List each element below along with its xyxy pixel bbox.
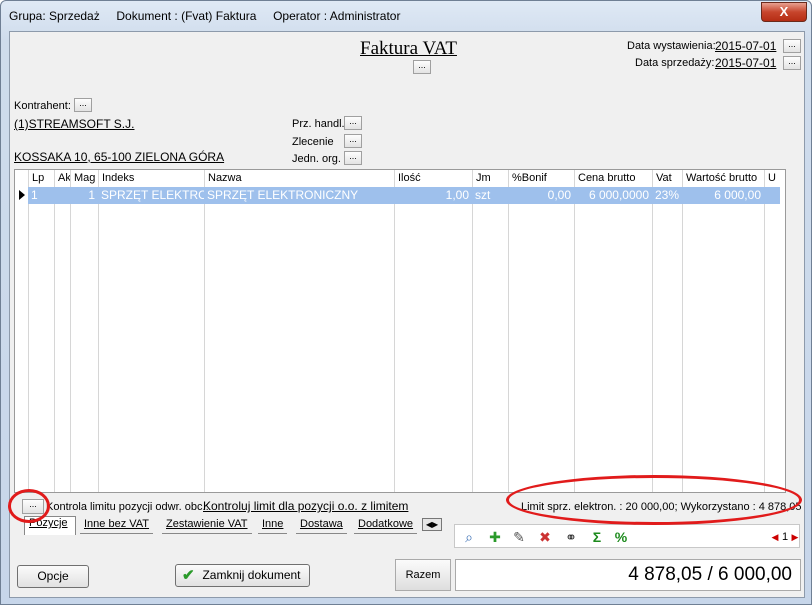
tab-scroll-arrows-icon[interactable]: ◀▶ (422, 518, 442, 531)
grid-line (508, 170, 509, 492)
document-title: Faktura VAT (360, 38, 457, 59)
cell-nazwa: SPRZĘT ELEKTRONICZNY (207, 188, 359, 202)
col-indeks[interactable]: Indeks (99, 170, 205, 187)
positions-toolbar: ⌕ ✚ ✎ ✖ ⚭ Σ % ◀ 1 ▶ (454, 524, 800, 548)
cell-wartosc: 6 000,00 (714, 188, 761, 202)
grid-line (652, 170, 653, 492)
binoculars-icon[interactable]: ⚭ (563, 529, 579, 545)
sale-date-label: Data sprzedaży: (635, 57, 715, 69)
col-mag[interactable]: Mag (71, 170, 99, 187)
issue-date-button[interactable]: ... (783, 39, 801, 53)
grid-line (54, 170, 55, 492)
page-next-icon[interactable]: ▶ (787, 529, 803, 545)
zoom-icon[interactable]: ⌕ (461, 529, 477, 545)
grid-line (70, 170, 71, 492)
cell-vat: 23% (655, 188, 680, 202)
cell-mag: 1 (88, 188, 95, 202)
tab-zestawienie-vat[interactable]: Zestawienie VAT (162, 518, 252, 534)
edit-icon[interactable]: ✎ (511, 529, 527, 545)
issue-date-label: Data wystawienia: (627, 40, 716, 52)
grid-line (764, 170, 765, 492)
document-form: Faktura VAT ... Data wystawienia: 2015-0… (8, 31, 805, 598)
cell-lp: 1 (31, 188, 38, 202)
grid-line (682, 170, 683, 492)
col-cena[interactable]: Cena brutto (575, 170, 653, 187)
cell-ak (54, 187, 70, 204)
options-button[interactable]: Opcje (17, 565, 89, 588)
tab-dodatkowe[interactable]: Dodatkowe (354, 518, 418, 534)
prz-handl-label: Prz. handl. (292, 118, 345, 130)
row-pointer-icon (19, 190, 25, 200)
title-bar: Grupa: Sprzedaż Dokument : (Fvat) Faktur… (1, 1, 811, 31)
cell-jm: szt (475, 188, 491, 202)
limit-control-button[interactable]: ... (22, 499, 44, 514)
col-vat[interactable]: Vat (653, 170, 683, 187)
close-button[interactable]: X (761, 2, 807, 22)
grid-line (472, 170, 473, 492)
cell-ilosc: 1,00 (445, 188, 469, 202)
col-lp[interactable]: Lp (29, 170, 45, 187)
contractor-address: KOSSAKA 10, 65-100 ZIELONA GÓRA (14, 150, 225, 164)
jedn-org-label: Jedn. org. (292, 153, 341, 165)
positions-grid[interactable]: Lp Ak Mag Indeks Nazwa Ilość Jm %Bonif C… (14, 169, 786, 493)
close-document-button[interactable]: ✔ Zamknij dokument (175, 564, 310, 587)
col-jm[interactable]: Jm (473, 170, 509, 187)
col-u[interactable]: U (765, 170, 781, 187)
tab-pozycje[interactable]: Pozycje (24, 516, 76, 535)
col-bonif[interactable]: %Bonif (509, 170, 575, 187)
checkmark-icon: ✔ (182, 567, 195, 584)
sale-date-button[interactable]: ... (783, 56, 801, 70)
grid-line (204, 170, 205, 492)
prz-handl-button[interactable]: ... (344, 116, 362, 130)
col-ilosc[interactable]: Ilość (395, 170, 473, 187)
limit-control-label: Kontrola limitu pozycji odwr. obc.: (46, 501, 209, 513)
col-nazwa[interactable]: Nazwa (205, 170, 395, 187)
zlecenie-button[interactable]: ... (344, 134, 362, 148)
contractor-button[interactable]: ... (74, 98, 92, 112)
total-label: Razem (395, 559, 451, 591)
limit-control-value[interactable]: Kontroluj limit dla pozycji o.o. z limit… (203, 499, 408, 513)
sale-date-value[interactable]: 2015-07-01 (715, 56, 776, 70)
grid-line (28, 170, 29, 492)
col-wartosc[interactable]: Wartość brutto (683, 170, 765, 187)
sum-icon[interactable]: Σ (589, 529, 605, 545)
limit-status: Limit sprz. elektron. : 20 000,00; Wykor… (521, 501, 802, 513)
issue-date-value[interactable]: 2015-07-01 (715, 39, 776, 53)
document-type-button[interactable]: ... (413, 60, 431, 74)
zlecenie-label: Zlecenie (292, 136, 334, 148)
tab-bar: Pozycje Inne bez VAT Zestawienie VAT Inn… (24, 516, 454, 536)
grid-line (394, 170, 395, 492)
window-title: Grupa: Sprzedaż Dokument : (Fvat) Faktur… (9, 9, 401, 23)
col-ak[interactable]: Ak (55, 170, 71, 187)
total-value: 4 878,05 / 6 000,00 (455, 559, 801, 591)
cell-bonif: 0,00 (547, 188, 571, 202)
contractor-name[interactable]: (1)STREAMSOFT S.J. (14, 117, 134, 131)
cell-indeks: SPRZĘT ELEKTRONICZNY (101, 188, 204, 202)
tab-inne[interactable]: Inne (258, 518, 288, 534)
table-row[interactable]: 1 1 SPRZĘT ELEKTRONICZNY SPRZĘT ELEKTRON… (28, 187, 780, 204)
close-document-label: Zamknij dokument (202, 568, 301, 582)
tab-dostawa[interactable]: Dostawa (296, 518, 347, 534)
jedn-org-button[interactable]: ... (344, 151, 362, 165)
invoice-window: Grupa: Sprzedaż Dokument : (Fvat) Faktur… (0, 0, 812, 605)
delete-icon[interactable]: ✖ (537, 529, 553, 545)
contractor-label: Kontrahent: (14, 100, 71, 112)
tab-inne-bez-vat[interactable]: Inne bez VAT (80, 518, 154, 534)
percent-icon[interactable]: % (613, 529, 629, 545)
grid-line (98, 170, 99, 492)
grid-line (574, 170, 575, 492)
grid-header: Lp Ak Mag Indeks Nazwa Ilość Jm %Bonif C… (15, 170, 785, 187)
add-icon[interactable]: ✚ (487, 529, 503, 545)
cell-cena: 6 000,0000 (588, 188, 649, 202)
